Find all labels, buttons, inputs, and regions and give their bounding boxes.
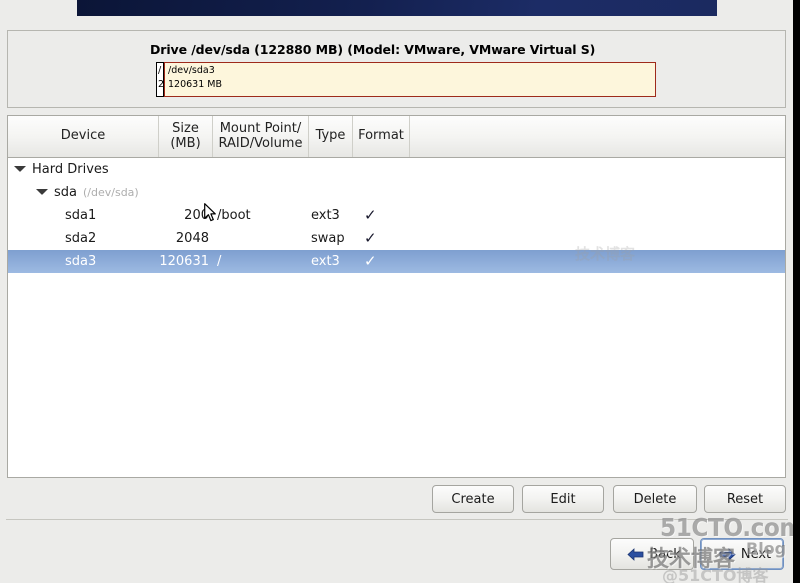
- tree-expander-icon[interactable]: [36, 186, 49, 199]
- column-header-size-line2: (MB): [170, 135, 201, 151]
- cell-mount-point: [217, 227, 309, 250]
- column-header-device[interactable]: Device: [8, 116, 159, 157]
- cell-mount-point: /: [217, 254, 222, 269]
- drive-panel: Drive /dev/sda (122880 MB) (Model: VMwar…: [7, 30, 786, 108]
- partition-segment-2[interactable]: /dev/sda3 120631 MB: [164, 62, 656, 97]
- cell-size: 2048: [175, 231, 209, 246]
- column-header-format[interactable]: Format: [353, 116, 410, 157]
- installer-window: Drive /dev/sda (122880 MB) (Model: VMwar…: [0, 0, 793, 583]
- table-header-row: Device Size (MB) Mount Point/ RAID/Volum…: [8, 116, 785, 158]
- column-header-spacer: [410, 116, 785, 157]
- next-button[interactable]: Next: [700, 538, 784, 570]
- cell-type: ext3: [311, 254, 340, 269]
- partition-segment-1-name: /: [158, 65, 162, 76]
- format-check-icon: ✓: [364, 229, 377, 247]
- table-row[interactable]: sda1 200 /boot ext3 ✓: [8, 204, 785, 227]
- column-header-mount-point[interactable]: Mount Point/ RAID/Volume: [213, 116, 309, 157]
- navigation-button-row: Back Next: [0, 538, 793, 572]
- cell-mount-point: /boot: [217, 208, 251, 223]
- cell-type: ext3: [311, 208, 340, 223]
- column-header-type-label: Type: [315, 128, 346, 144]
- footer-separator: [6, 519, 788, 520]
- edit-button[interactable]: Edit: [522, 485, 604, 513]
- table-row[interactable]: Hard Drives: [8, 158, 785, 181]
- cell-format: ✓: [364, 204, 404, 227]
- back-button-label: Back: [649, 546, 681, 562]
- column-header-size[interactable]: Size (MB): [159, 116, 213, 157]
- column-header-type[interactable]: Type: [309, 116, 353, 157]
- drive-partition-bar: / 2 /dev/sda3 120631 MB: [156, 62, 656, 97]
- cell-size: 200: [184, 208, 209, 223]
- table-row[interactable]: sda (/dev/sda): [8, 181, 785, 204]
- top-banner: [77, 0, 717, 16]
- partition-segment-2-name: /dev/sda3: [168, 65, 215, 76]
- cell-device-label: sda: [54, 185, 77, 200]
- partition-segment-1-size: 2: [158, 78, 164, 90]
- drive-title: Drive /dev/sda (122880 MB) (Model: VMwar…: [150, 42, 596, 57]
- column-header-size-line1: Size: [172, 120, 199, 136]
- arrow-left-icon: [627, 547, 644, 561]
- cell-device-label: sda3: [65, 254, 97, 269]
- table-row[interactable]: sda2 2048 swap ✓: [8, 227, 785, 250]
- next-button-label: Next: [740, 546, 772, 562]
- format-check-icon: ✓: [364, 252, 377, 270]
- arrow-right-icon: [719, 547, 736, 561]
- column-header-device-label: Device: [60, 128, 106, 144]
- cell-device: sda3: [8, 250, 159, 273]
- delete-button[interactable]: Delete: [613, 485, 697, 513]
- cell-device-label: sda1: [65, 208, 97, 223]
- format-check-icon: ✓: [364, 206, 377, 224]
- reset-button[interactable]: Reset: [704, 485, 786, 513]
- cell-format: ✓: [364, 250, 404, 273]
- cell-device-label: Hard Drives: [32, 162, 109, 177]
- cell-type: swap: [311, 231, 345, 246]
- column-header-mount-line2: RAID/Volume: [218, 135, 303, 151]
- partition-table: Device Size (MB) Mount Point/ RAID/Volum…: [7, 115, 786, 478]
- cell-device: sda (/dev/sda): [8, 181, 159, 204]
- cell-device-path: (/dev/sda): [83, 186, 139, 199]
- column-header-mount-line1: Mount Point/: [219, 120, 302, 136]
- cell-device: sda1: [8, 204, 159, 227]
- cell-format: ✓: [364, 227, 404, 250]
- cell-device-label: sda2: [65, 231, 97, 246]
- partition-segment-1[interactable]: / 2: [156, 62, 164, 97]
- back-button[interactable]: Back: [610, 538, 694, 570]
- table-row-selected[interactable]: sda3 120631 / ext3 ✓: [8, 250, 785, 273]
- tree-expander-icon[interactable]: [14, 163, 27, 176]
- cell-device: sda2: [8, 227, 159, 250]
- table-body: Hard Drives sda (/dev/sda) sda1 200 /boo…: [8, 158, 785, 273]
- column-header-format-label: Format: [358, 128, 404, 144]
- right-edge-strip: [793, 0, 800, 583]
- partition-segment-2-size: 120631 MB: [168, 78, 222, 90]
- create-button[interactable]: Create: [432, 485, 514, 513]
- cell-device: Hard Drives: [8, 158, 159, 181]
- action-button-row: Create Edit Delete Reset: [0, 485, 793, 515]
- cell-size: 120631: [159, 254, 209, 269]
